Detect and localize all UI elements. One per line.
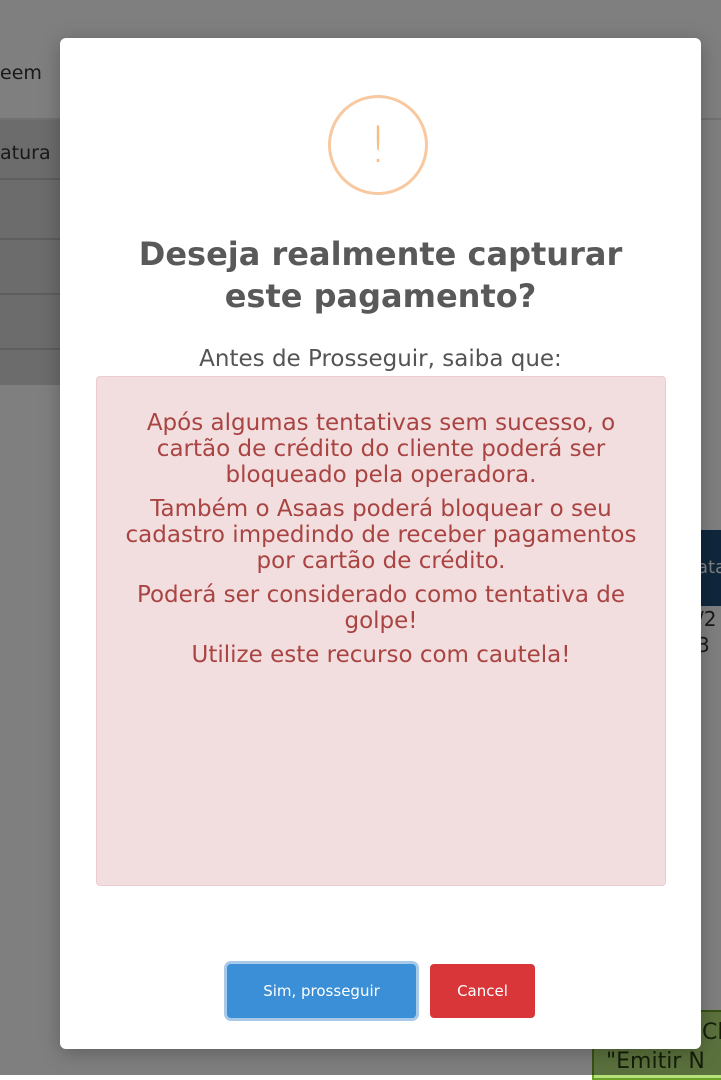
cancel-button[interactable]: Cancel (430, 964, 535, 1018)
warning-message: Poderá ser considerado como tentativa de… (136, 582, 626, 634)
warning-message: Utilize este recurso com cautela! (191, 642, 571, 668)
dialog-title: Deseja realmente capturar este pagamento… (138, 235, 623, 315)
warning-message: Após algumas tentativas sem sucesso, o c… (146, 410, 616, 488)
warning-icon: ! (328, 95, 428, 195)
warning-message: Também o Asaas poderá bloquear o seu cad… (125, 496, 637, 574)
warning-alert-box: Após algumas tentativas sem sucesso, o c… (96, 376, 666, 886)
confirm-button[interactable]: Sim, prosseguir (227, 964, 416, 1018)
confirm-dialog: ! Deseja realmente capturar este pagamen… (60, 38, 701, 1049)
dialog-subtitle: Antes de Prosseguir, saiba que: (199, 346, 562, 372)
exclamation-icon: ! (367, 116, 389, 174)
